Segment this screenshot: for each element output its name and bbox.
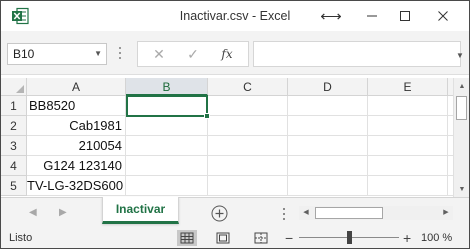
cell-b4[interactable] xyxy=(126,156,208,176)
cell-e3[interactable] xyxy=(368,136,448,156)
title-bar: Inactivar.csv - Excel ⟷ xyxy=(1,1,469,31)
sheet-tab-bar: ◀ ▶ Inactivar ◀ ▶ xyxy=(1,197,469,227)
minimize-icon xyxy=(367,15,377,17)
previous-sheet-icon[interactable]: ◀ xyxy=(29,198,37,228)
cell-b2[interactable] xyxy=(126,116,208,136)
cancel-icon[interactable]: ✕ xyxy=(142,42,176,66)
cell-b5[interactable] xyxy=(126,176,208,196)
horizontal-scroll-thumb[interactable] xyxy=(315,207,383,219)
resize-arrows-icon[interactable]: ⟷ xyxy=(313,1,349,31)
cell-c3[interactable] xyxy=(208,136,288,156)
zoom-out-button[interactable]: − xyxy=(285,227,293,248)
function-icon[interactable]: fx xyxy=(210,42,244,66)
column-header-e[interactable]: E xyxy=(368,78,448,96)
cell-d1[interactable] xyxy=(288,96,368,116)
formula-buttons: ✕ ✓ fx xyxy=(137,41,249,67)
column-header-d[interactable]: D xyxy=(288,78,368,96)
cell-a4[interactable]: G124 123140 xyxy=(27,156,126,176)
column-header-c[interactable]: C xyxy=(208,78,288,96)
scroll-left-icon[interactable]: ◀ xyxy=(299,206,313,220)
next-sheet-icon[interactable]: ▶ xyxy=(59,198,67,228)
zoom-in-button[interactable]: + xyxy=(403,227,411,248)
add-sheet-icon[interactable] xyxy=(211,205,228,222)
formula-bar: B10 ▼ ✕ ✓ fx ▼ xyxy=(1,31,469,75)
cell-c1[interactable] xyxy=(208,96,288,116)
spreadsheet-grid: A B C D E 1 2 3 4 5 BB8520 Cab1981 210054 G… xyxy=(1,78,453,197)
row-header-4[interactable]: 4 xyxy=(1,156,27,176)
chevron-down-icon[interactable]: ▼ xyxy=(94,44,102,64)
column-header-b[interactable]: B xyxy=(126,78,208,96)
tab-split-handle[interactable] xyxy=(283,208,286,220)
resize-handle[interactable] xyxy=(119,47,122,61)
cell-d3[interactable] xyxy=(288,136,368,156)
formula-input[interactable] xyxy=(253,41,461,67)
sheet-tab-inactivar[interactable]: Inactivar xyxy=(102,197,179,224)
page-break-view-icon[interactable] xyxy=(251,230,271,246)
zoom-percent[interactable]: 100 % xyxy=(421,227,452,248)
cell-a1[interactable]: BB8520 xyxy=(27,96,126,116)
cell-e1[interactable] xyxy=(368,96,448,116)
cell-a3[interactable]: 210054 xyxy=(27,136,126,156)
name-box[interactable]: B10 ▼ xyxy=(7,43,107,65)
cell-e2[interactable] xyxy=(368,116,448,136)
row-header-5[interactable]: 5 xyxy=(1,176,27,196)
cell-d2[interactable] xyxy=(288,116,368,136)
cell-a2[interactable]: Cab1981 xyxy=(27,116,126,136)
close-icon xyxy=(438,11,448,21)
maximize-button[interactable] xyxy=(387,1,423,31)
select-all-button[interactable] xyxy=(1,78,27,96)
selected-cell-outline xyxy=(126,95,210,119)
cell-c5[interactable] xyxy=(208,176,288,196)
cell-d4[interactable] xyxy=(288,156,368,176)
cell-b3[interactable] xyxy=(126,136,208,156)
page-layout-view-icon[interactable] xyxy=(213,230,233,246)
expand-formula-icon[interactable]: ▼ xyxy=(456,51,464,60)
close-button[interactable] xyxy=(425,1,461,31)
row-header-3[interactable]: 3 xyxy=(1,136,27,156)
row-header-2[interactable]: 2 xyxy=(1,116,27,136)
check-icon[interactable]: ✓ xyxy=(176,42,210,66)
excel-window: Inactivar.csv - Excel ⟷ B10 ▼ ✕ ✓ fx ▼ A… xyxy=(0,0,470,249)
vertical-scroll-thumb[interactable] xyxy=(456,96,467,120)
column-header-a[interactable]: A xyxy=(27,78,126,96)
vertical-scrollbar[interactable]: ▲ ▼ xyxy=(453,78,469,197)
scroll-down-icon[interactable]: ▼ xyxy=(454,183,469,197)
name-box-value: B10 xyxy=(13,47,35,61)
cell-d5[interactable] xyxy=(288,176,368,196)
cell-c2[interactable] xyxy=(208,116,288,136)
scroll-right-icon[interactable]: ▶ xyxy=(439,206,453,220)
cell-e4[interactable] xyxy=(368,156,448,176)
cell-a5[interactable]: TV-LG-32DS600 xyxy=(27,176,126,196)
cell-e5[interactable] xyxy=(368,176,448,196)
row-header-1[interactable]: 1 xyxy=(1,96,27,116)
zoom-slider-thumb[interactable] xyxy=(347,231,352,244)
horizontal-scrollbar[interactable]: ◀ ▶ xyxy=(299,206,453,220)
status-text: Listo xyxy=(9,232,33,244)
scroll-up-icon[interactable]: ▲ xyxy=(454,80,469,94)
minimize-button[interactable] xyxy=(354,1,390,31)
status-bar: Listo − + 100 % xyxy=(1,227,469,248)
normal-view-icon[interactable] xyxy=(177,230,197,246)
cell-c4[interactable] xyxy=(208,156,288,176)
zoom-slider[interactable] xyxy=(299,231,399,244)
maximize-icon xyxy=(400,11,410,21)
fill-handle[interactable] xyxy=(204,113,210,119)
